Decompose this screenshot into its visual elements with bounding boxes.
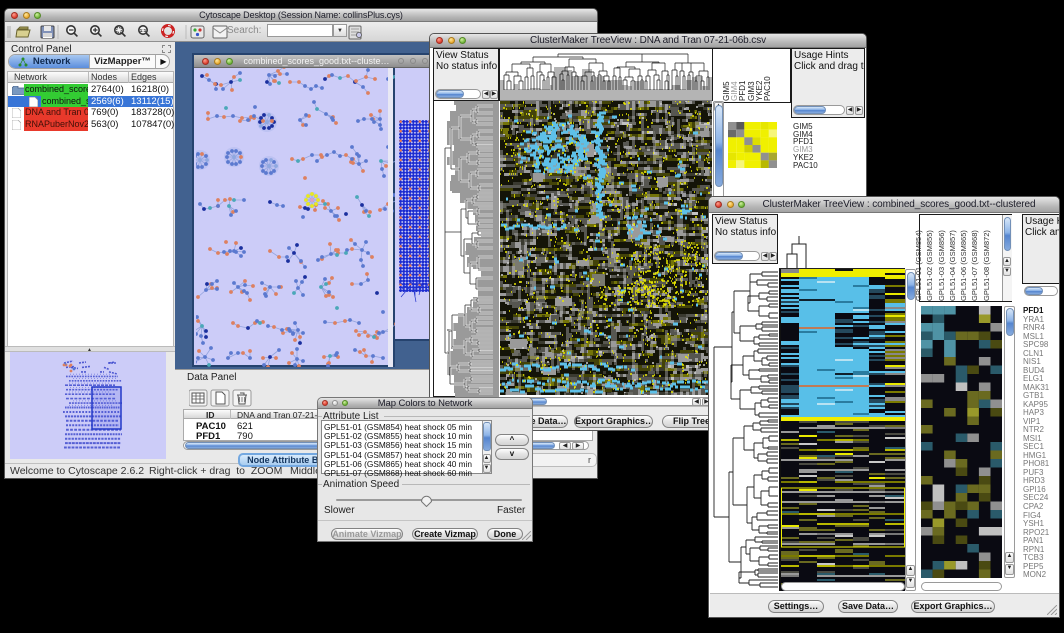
- svg-text:1:1: 1:1: [140, 28, 147, 33]
